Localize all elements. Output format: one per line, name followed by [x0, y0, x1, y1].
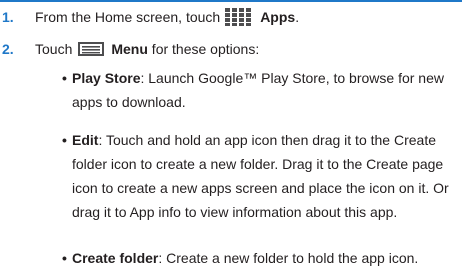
menu-icon [78, 42, 105, 57]
bullet-dot: • [62, 132, 67, 148]
apps-grid-icon [224, 7, 254, 27]
step-text-before: Touch [35, 41, 73, 57]
step-text: From the Home screen, touch Apps. [35, 8, 299, 27]
step-text-before: From the Home screen, touch [35, 9, 221, 25]
option-text: Create folder: Create a new folder to ho… [62, 246, 458, 270]
option-term: Create folder [72, 250, 159, 266]
option-term: Edit [72, 132, 99, 148]
step-text-after: for these options: [147, 41, 260, 57]
option-text: Play Store: Launch Google™ Play Store, t… [62, 66, 458, 114]
option-term: Play Store [72, 70, 141, 86]
bullet-dot: • [62, 70, 67, 86]
menu-label: Menu [111, 41, 148, 57]
header-rule [0, 0, 462, 2]
option-description: : Touch and hold an app icon then drag i… [72, 132, 449, 220]
step-number: 1. [2, 9, 14, 25]
option-play-store: • Play Store: Launch Google™ Play Store,… [62, 66, 458, 114]
bullet-dot: • [62, 250, 67, 266]
step-2: 2. Touch Menu for these options: [0, 40, 462, 62]
step-1: 1. From the Home screen, touch Apps. [0, 8, 462, 30]
option-edit: • Edit: Touch and hold an app icon then … [62, 128, 458, 224]
apps-label: Apps [260, 9, 296, 25]
option-create-folder: • Create folder: Create a new folder to … [62, 246, 458, 270]
option-text: Edit: Touch and hold an app icon then dr… [62, 128, 458, 224]
step-number: 2. [2, 41, 14, 57]
step-text: Touch Menu for these options: [35, 40, 259, 58]
option-description: : Create a new folder to hold the app ic… [158, 250, 419, 266]
step-text-after: . [295, 9, 300, 25]
